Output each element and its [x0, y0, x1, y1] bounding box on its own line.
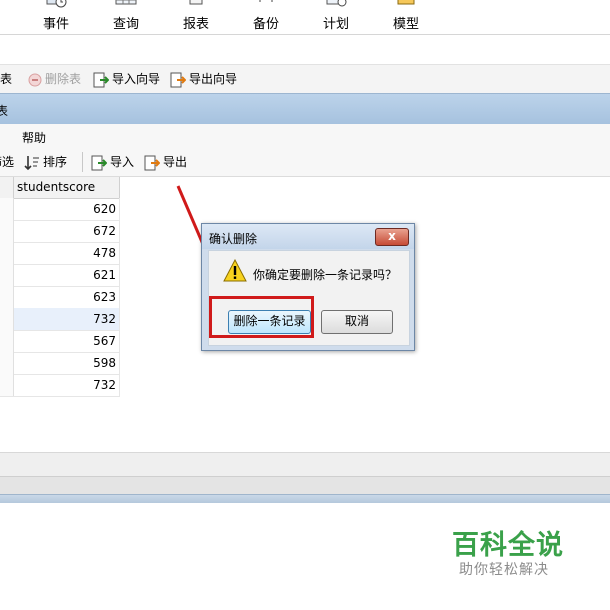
row-selector[interactable] [0, 352, 14, 374]
filter-button[interactable]: 筛选 [0, 154, 14, 170]
export-wizard-label: 导出向导 [189, 72, 238, 86]
cell-studentscore[interactable]: 567 [93, 334, 116, 348]
sort-label: 排序 [43, 155, 68, 169]
ribbon-report-label: 报表 [182, 17, 209, 32]
import-label: 导入 [110, 155, 135, 169]
cell-studentscore[interactable]: 478 [93, 246, 116, 260]
export-wizard-icon [170, 72, 186, 87]
table-row[interactable]: 672 [0, 220, 120, 243]
highlight-box [209, 296, 314, 338]
cell-studentscore[interactable]: 620 [93, 202, 116, 216]
table-row[interactable]: 620 [0, 198, 120, 221]
watermark-slogan: 助你轻松解决 [459, 562, 549, 578]
export-button[interactable]: 导出 [144, 154, 187, 170]
cell-studentscore[interactable]: 672 [93, 224, 116, 238]
ribbon-schedule-button[interactable]: 计划 [306, 0, 366, 34]
cell-studentscore[interactable]: 621 [93, 268, 116, 282]
table-row[interactable]: 621 [0, 264, 120, 287]
ribbon-model-label: 模型 [392, 17, 419, 32]
dialog-message: 你确定要删除一条记录吗？ [253, 268, 398, 282]
cell-studentscore[interactable]: 732 [93, 378, 116, 392]
menu-help[interactable]: 帮助 [22, 129, 46, 146]
row-selector[interactable] [0, 374, 14, 396]
cell-studentscore[interactable]: 598 [93, 356, 116, 370]
table-row[interactable]: 732 [0, 374, 120, 397]
cell-studentscore[interactable]: 623 [93, 290, 116, 304]
row-selector[interactable] [0, 264, 14, 286]
model-icon [397, 0, 415, 5]
backup-icon [259, 0, 273, 2]
delete-table-icon [28, 73, 42, 86]
ribbon-report-button[interactable]: 报表 [166, 0, 226, 34]
object-toolbar: 建表 删除表 导入向导 导出向导 [0, 64, 610, 93]
ribbon-model-button[interactable]: 模型 [376, 0, 436, 34]
table-row[interactable]: 598 [0, 352, 120, 375]
ribbon-backup-label: 备份 [252, 17, 279, 32]
table-row-selected[interactable]: 732 [0, 308, 120, 331]
ribbon-query-button[interactable]: 查询 [96, 0, 156, 34]
bottom-panel-border [0, 494, 610, 503]
import-icon [91, 155, 107, 170]
delete-table-button[interactable]: 删除表 [28, 71, 81, 87]
ribbon-event-label: 事件 [42, 17, 69, 32]
menu-bar: 帮助 [0, 124, 610, 148]
event-icon [46, 0, 67, 8]
row-selector[interactable] [0, 198, 14, 220]
toolbar-separator [82, 152, 83, 172]
close-icon[interactable]: x [375, 228, 409, 246]
dialog-titlebar[interactable]: 确认删除 x [202, 224, 414, 249]
delete-table-label: 删除表 [45, 72, 82, 86]
column-header-studentscore[interactable]: studentscore [0, 177, 120, 199]
ribbon-backup-button[interactable]: 备份 [236, 0, 296, 34]
query-icon [115, 0, 137, 5]
schedule-icon [326, 0, 347, 7]
export-label: 导出 [163, 155, 188, 169]
export-wizard-button[interactable]: 导出向导 [170, 71, 237, 87]
table-row[interactable]: 478 [0, 242, 120, 265]
ribbon-schedule-label: 计划 [322, 17, 349, 32]
create-table-button[interactable]: 建表 [0, 71, 12, 87]
grid-toolbar: 筛选 排序 导入 导出 [0, 148, 610, 177]
column-header-label: studentscore [17, 180, 96, 194]
table-row[interactable]: 623 [0, 286, 120, 309]
cell-studentscore[interactable]: 732 [93, 312, 116, 326]
row-selector[interactable] [0, 242, 14, 264]
table-row[interactable]: 567 [0, 330, 120, 353]
ribbon-event-button[interactable]: 事件 [26, 0, 86, 34]
cancel-button[interactable]: 取消 [321, 310, 393, 334]
sort-button[interactable]: 排序 [24, 154, 67, 170]
warning-icon [223, 259, 247, 282]
ribbon-query-label: 查询 [112, 17, 139, 32]
export-icon [144, 155, 160, 170]
table-tab-title[interactable]: 表 [0, 102, 8, 119]
table-tab-header: 表 [0, 93, 610, 125]
import-wizard-label: 导入向导 [112, 72, 161, 86]
import-wizard-button[interactable]: 导入向导 [93, 71, 160, 87]
import-wizard-icon [93, 72, 109, 87]
watermark-logo-text: 百科全说 [452, 530, 564, 561]
row-selector[interactable] [0, 220, 14, 242]
sort-icon [24, 155, 39, 170]
ribbon-toolbar: 事件 查询 报表 备份 计划 模型 [0, 0, 610, 35]
report-icon [189, 0, 203, 5]
create-table-label: 建表 [0, 72, 13, 86]
status-bar [0, 452, 610, 477]
horizontal-scrollbar[interactable] [0, 476, 610, 495]
row-selector[interactable] [0, 286, 14, 308]
row-header-stub [0, 177, 14, 198]
dialog-title: 确认删除 [209, 232, 258, 246]
row-selector[interactable] [0, 308, 14, 330]
import-button[interactable]: 导入 [91, 154, 134, 170]
filter-label: 筛选 [0, 155, 15, 169]
row-selector[interactable] [0, 330, 14, 352]
